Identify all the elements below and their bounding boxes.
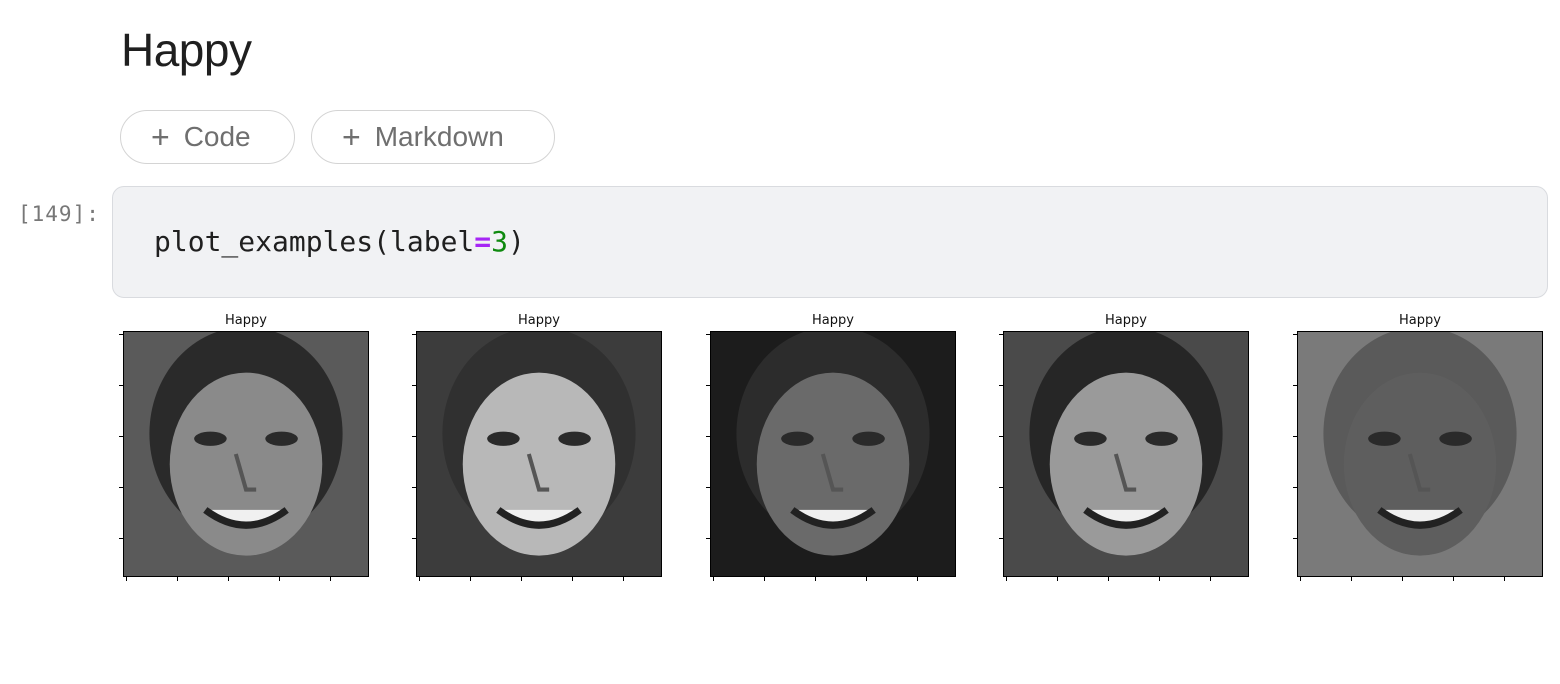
face-image xyxy=(412,331,662,581)
x-tick xyxy=(419,576,420,581)
y-tick xyxy=(706,538,711,539)
x-axis-ticks xyxy=(1004,576,1248,581)
y-tick xyxy=(999,334,1004,335)
y-tick xyxy=(706,385,711,386)
face-image xyxy=(706,331,956,581)
y-tick xyxy=(412,538,417,539)
y-tick xyxy=(119,436,124,437)
x-tick xyxy=(1300,576,1301,581)
code-line[interactable]: plot_examples(label=3) xyxy=(154,225,525,258)
x-tick xyxy=(1006,576,1007,581)
subplot-title: Happy xyxy=(1399,313,1441,328)
y-tick xyxy=(1293,436,1298,437)
face-image xyxy=(999,331,1249,581)
subplot-title: Happy xyxy=(1105,313,1147,328)
x-tick xyxy=(177,576,178,581)
x-tick xyxy=(572,576,573,581)
y-tick xyxy=(706,436,711,437)
notebook-page: Happy + Code + Markdown [149]: plot_exam… xyxy=(0,0,1560,684)
x-tick xyxy=(1453,576,1454,581)
plus-icon: + xyxy=(151,119,170,155)
x-tick xyxy=(1057,576,1058,581)
y-axis-ticks xyxy=(1293,332,1298,576)
x-tick xyxy=(521,576,522,581)
x-tick xyxy=(1159,576,1160,581)
subplot-2: Happy xyxy=(412,312,662,581)
x-tick xyxy=(279,576,280,581)
x-axis-ticks xyxy=(124,576,368,581)
add-markdown-label: Markdown xyxy=(374,121,504,152)
y-tick xyxy=(412,334,417,335)
x-tick xyxy=(126,576,127,581)
markdown-heading: Happy xyxy=(121,24,252,76)
x-axis-ticks xyxy=(711,576,955,581)
code-operator: = xyxy=(474,225,492,258)
subplot-title: Happy xyxy=(518,313,560,328)
x-tick xyxy=(866,576,867,581)
x-axis-ticks xyxy=(1298,576,1542,581)
subplot-4: Happy xyxy=(999,312,1249,581)
y-tick xyxy=(999,487,1004,488)
x-tick xyxy=(1210,576,1211,581)
y-tick xyxy=(119,334,124,335)
x-tick xyxy=(1504,576,1505,581)
face-image-pixels xyxy=(124,332,368,576)
y-tick xyxy=(119,487,124,488)
y-axis-ticks xyxy=(999,332,1004,576)
y-tick xyxy=(999,538,1004,539)
y-tick xyxy=(999,436,1004,437)
x-tick xyxy=(228,576,229,581)
y-axis-ticks xyxy=(119,332,124,576)
x-tick xyxy=(764,576,765,581)
add-code-cell-button[interactable]: + Code xyxy=(120,110,295,164)
y-tick xyxy=(119,538,124,539)
y-axis-ticks xyxy=(412,332,417,576)
y-tick xyxy=(1293,385,1298,386)
x-tick xyxy=(623,576,624,581)
subplot-3: Happy xyxy=(706,312,956,581)
subplot-title: Happy xyxy=(225,313,267,328)
y-tick xyxy=(1293,487,1298,488)
y-tick xyxy=(412,436,417,437)
y-tick xyxy=(999,385,1004,386)
x-tick xyxy=(917,576,918,581)
execution-count: [149]: xyxy=(18,202,100,226)
x-tick xyxy=(1402,576,1403,581)
code-function-call: plot_examples(label xyxy=(154,225,475,258)
x-tick xyxy=(1351,576,1352,581)
y-axis-ticks xyxy=(706,332,711,576)
add-markdown-cell-button[interactable]: + Markdown xyxy=(311,110,555,164)
face-image-pixels xyxy=(711,332,955,576)
y-tick xyxy=(706,487,711,488)
plus-icon: + xyxy=(342,119,361,155)
code-cell-editor[interactable]: plot_examples(label=3) xyxy=(112,186,1548,298)
x-tick xyxy=(470,576,471,581)
add-code-label: Code xyxy=(183,121,251,152)
subplot-1: Happy xyxy=(119,312,369,581)
code-close-paren: ) xyxy=(508,225,525,258)
subplot-title: Happy xyxy=(812,313,854,328)
x-axis-ticks xyxy=(417,576,661,581)
face-image xyxy=(1293,331,1543,581)
y-tick xyxy=(706,334,711,335)
y-tick xyxy=(1293,334,1298,335)
x-tick xyxy=(815,576,816,581)
x-tick xyxy=(1108,576,1109,581)
x-tick xyxy=(713,576,714,581)
y-tick xyxy=(119,385,124,386)
face-image-pixels xyxy=(1298,332,1542,576)
x-tick xyxy=(330,576,331,581)
y-tick xyxy=(1293,538,1298,539)
face-image xyxy=(119,331,369,581)
code-number: 3 xyxy=(491,225,509,258)
face-image-pixels xyxy=(417,332,661,576)
y-tick xyxy=(412,385,417,386)
y-tick xyxy=(412,487,417,488)
subplot-5: Happy xyxy=(1293,312,1543,581)
face-image-pixels xyxy=(1004,332,1248,576)
